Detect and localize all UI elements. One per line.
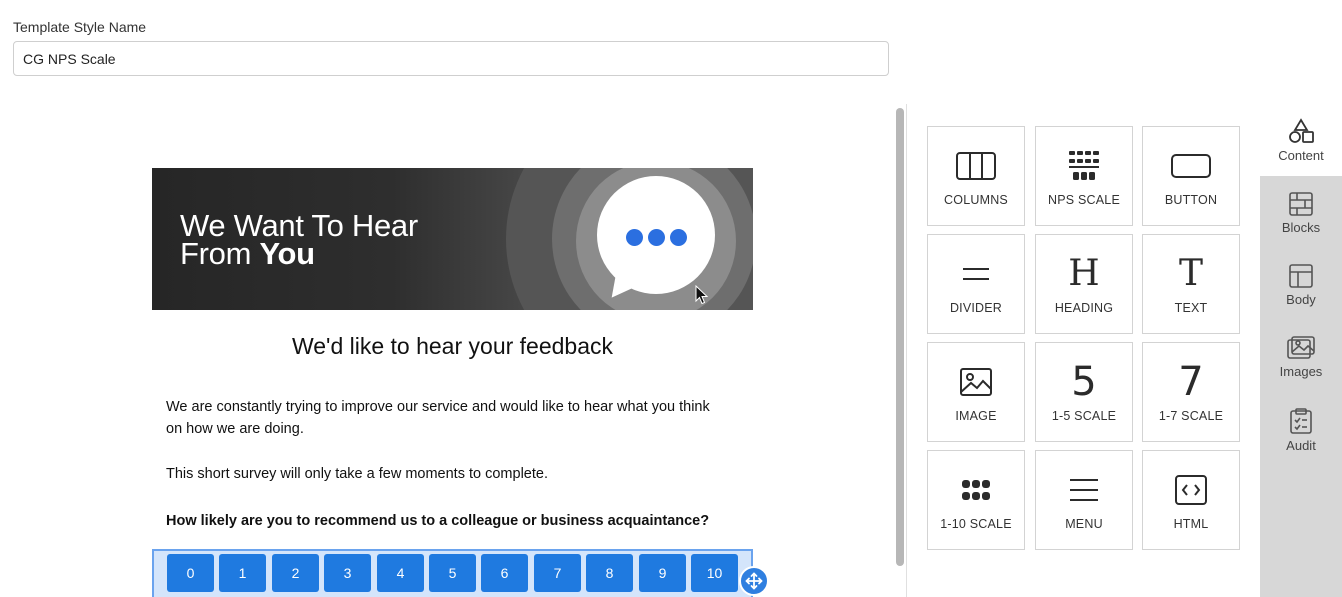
email-template-editor: Template Style Name We Want To Hear From… xyxy=(0,0,1342,597)
tool-divider[interactable]: DIVIDER xyxy=(927,234,1025,334)
active-tab-caret xyxy=(1251,140,1260,158)
text-icon: T xyxy=(1178,253,1203,294)
tab-images-label: Images xyxy=(1279,364,1323,379)
nps-question[interactable]: How likely are you to recommend us to a … xyxy=(166,513,709,529)
tab-images[interactable]: Images xyxy=(1260,322,1342,394)
scale-7-icon: 7 xyxy=(1178,359,1204,405)
move-handle-icon[interactable] xyxy=(739,566,769,596)
tool-label: TEXT xyxy=(1174,301,1208,315)
editor-side-tabs: Content Blocks Body Images Audit xyxy=(1260,104,1342,597)
tool-label: HEADING xyxy=(1054,301,1114,315)
tool-label: 1-7 SCALE xyxy=(1158,409,1224,423)
nps-option-2[interactable]: 2 xyxy=(272,554,319,592)
tool-label: 1-10 SCALE xyxy=(940,517,1012,531)
nps-scale-icon xyxy=(1068,149,1100,183)
tab-body-label: Body xyxy=(1286,292,1316,307)
tool-scale-10[interactable]: 1-10 SCALE xyxy=(927,450,1025,550)
tab-audit-label: Audit xyxy=(1286,438,1316,453)
images-icon xyxy=(1287,336,1315,359)
tool-label: MENU xyxy=(1065,517,1103,531)
tool-nps-scale[interactable]: NPS SCALE xyxy=(1035,126,1133,226)
blocks-icon xyxy=(1289,192,1313,216)
tab-content[interactable]: Content xyxy=(1260,104,1342,176)
tool-label: NPS SCALE xyxy=(1048,193,1120,207)
tool-scale-7[interactable]: 7 1-7 SCALE xyxy=(1142,342,1240,442)
tool-label: BUTTON xyxy=(1164,193,1218,207)
nps-option-0[interactable]: 0 xyxy=(167,554,214,592)
tab-audit[interactable]: Audit xyxy=(1260,394,1342,466)
content-tools-panel: COLUMNS NPS SCALE BUTTON DIVIDER H HEADI… xyxy=(908,104,1260,597)
banner-line2-prefix: From xyxy=(180,236,260,271)
banner-line2-bold: You xyxy=(259,236,315,271)
tool-label: IMAGE xyxy=(955,409,997,423)
mouse-cursor-icon xyxy=(695,285,709,305)
tool-text[interactable]: T TEXT xyxy=(1142,234,1240,334)
tool-image[interactable]: IMAGE xyxy=(927,342,1025,442)
nps-option-5[interactable]: 5 xyxy=(429,554,476,592)
bubble-dot xyxy=(626,229,643,246)
menu-icon xyxy=(1069,473,1099,507)
nps-option-8[interactable]: 8 xyxy=(586,554,633,592)
tool-label: 1-5 SCALE xyxy=(1051,409,1117,423)
survey-note-paragraph[interactable]: This short survey will only take a few m… xyxy=(166,463,726,485)
banner-image[interactable]: We Want To Hear From You xyxy=(152,168,753,310)
template-name-input[interactable] xyxy=(13,41,889,76)
email-body: We Want To Hear From You We'd like to he… xyxy=(152,168,769,597)
divider-icon xyxy=(961,257,991,291)
email-canvas: We Want To Hear From You We'd like to he… xyxy=(0,104,893,597)
tab-content-label: Content xyxy=(1278,148,1324,163)
tool-heading[interactable]: H HEADING xyxy=(1035,234,1133,334)
tool-menu[interactable]: MENU xyxy=(1035,450,1133,550)
nps-option-7[interactable]: 7 xyxy=(534,554,581,592)
nps-option-10[interactable]: 10 xyxy=(691,554,738,592)
tool-button[interactable]: BUTTON xyxy=(1142,126,1240,226)
nps-option-1[interactable]: 1 xyxy=(219,554,266,592)
tool-label: HTML xyxy=(1173,517,1209,531)
nps-option-3[interactable]: 3 xyxy=(324,554,371,592)
nps-option-9[interactable]: 9 xyxy=(639,554,686,592)
columns-icon xyxy=(956,149,996,183)
image-icon xyxy=(960,365,992,399)
tab-body[interactable]: Body xyxy=(1260,250,1342,322)
nps-option-6[interactable]: 6 xyxy=(481,554,528,592)
tool-columns[interactable]: COLUMNS xyxy=(927,126,1025,226)
nps-scale-block[interactable]: 0 1 2 3 4 5 6 7 8 9 10 xyxy=(152,549,753,597)
template-name-label: Template Style Name xyxy=(13,19,147,35)
shapes-icon xyxy=(1289,118,1314,143)
html-icon xyxy=(1175,473,1207,507)
tool-label: DIVIDER xyxy=(949,301,1003,315)
scale-10-icon xyxy=(961,473,991,507)
clipboard-icon xyxy=(1290,408,1312,434)
email-headline[interactable]: We'd like to hear your feedback xyxy=(152,333,753,360)
layout-icon xyxy=(1289,264,1313,288)
bubble-dot xyxy=(648,229,665,246)
button-icon xyxy=(1171,149,1211,183)
tool-html[interactable]: HTML xyxy=(1142,450,1240,550)
canvas-scrollbar[interactable] xyxy=(893,104,907,597)
tool-scale-5[interactable]: 5 1-5 SCALE xyxy=(1035,342,1133,442)
tool-label: COLUMNS xyxy=(944,193,1008,207)
tab-blocks-label: Blocks xyxy=(1281,220,1321,235)
canvas-scrollbar-thumb[interactable] xyxy=(896,108,904,566)
tab-blocks[interactable]: Blocks xyxy=(1260,178,1342,250)
intro-paragraph[interactable]: We are constantly trying to improve our … xyxy=(166,396,726,440)
banner-line2: From You xyxy=(180,238,418,269)
scale-5-icon: 5 xyxy=(1071,359,1097,405)
nps-option-4[interactable]: 4 xyxy=(377,554,424,592)
banner-heading: We Want To Hear From You xyxy=(180,210,418,269)
heading-icon: H xyxy=(1068,253,1100,294)
bubble-dot xyxy=(670,229,687,246)
